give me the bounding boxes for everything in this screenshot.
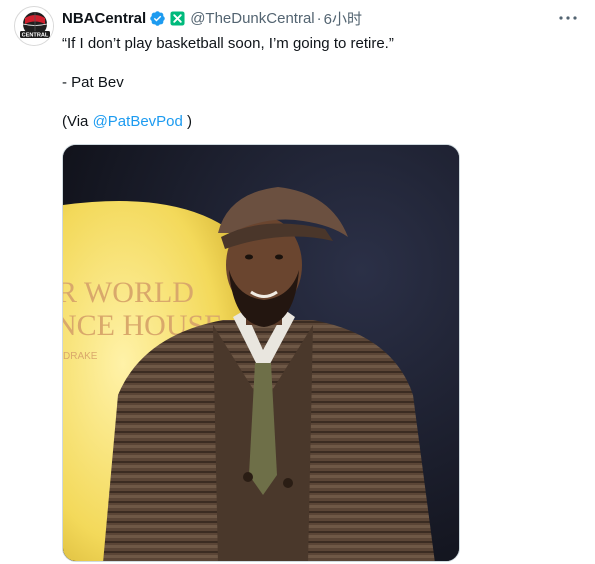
author-avatar[interactable]: CENTRAL — [14, 6, 54, 46]
nba-central-logo: CENTRAL — [16, 8, 53, 45]
separator-dot: · — [316, 9, 322, 27]
tweet-header: NBACentral @TheDunkCentral · 6小时 — [62, 8, 362, 28]
verified-badge-icon[interactable] — [149, 10, 166, 27]
via-suffix: ) — [182, 113, 193, 130]
tweet-photo[interactable]: R WORLD NCE HOUSE DRAKE — [62, 144, 460, 562]
tweet[interactable]: CENTRAL NBACentral @TheDunkCentral · 6小时 — [0, 0, 595, 564]
author-handle[interactable]: @TheDunkCentral — [190, 10, 314, 27]
via-prefix: (Via — [62, 113, 93, 130]
author-name[interactable]: NBACentral — [62, 10, 146, 27]
tweet-timestamp[interactable]: 6小时 — [324, 8, 362, 29]
sign-text-3: DRAKE — [63, 351, 98, 362]
tweet-via: (Via @PatBevPod ) — [62, 112, 192, 132]
sign-text-1: R WORLD — [63, 276, 194, 309]
tweet-attribution: - Pat Bev — [62, 74, 124, 91]
ellipsis-icon[interactable] — [555, 8, 581, 28]
logo-text: CENTRAL — [22, 33, 49, 39]
mention-link[interactable]: @PatBevPod — [93, 113, 183, 130]
affiliate-badge-icon[interactable] — [170, 10, 185, 26]
photo-image: R WORLD NCE HOUSE DRAKE — [63, 145, 459, 561]
tweet-quote: “If I don’t play basketball soon, I’m go… — [62, 35, 394, 52]
